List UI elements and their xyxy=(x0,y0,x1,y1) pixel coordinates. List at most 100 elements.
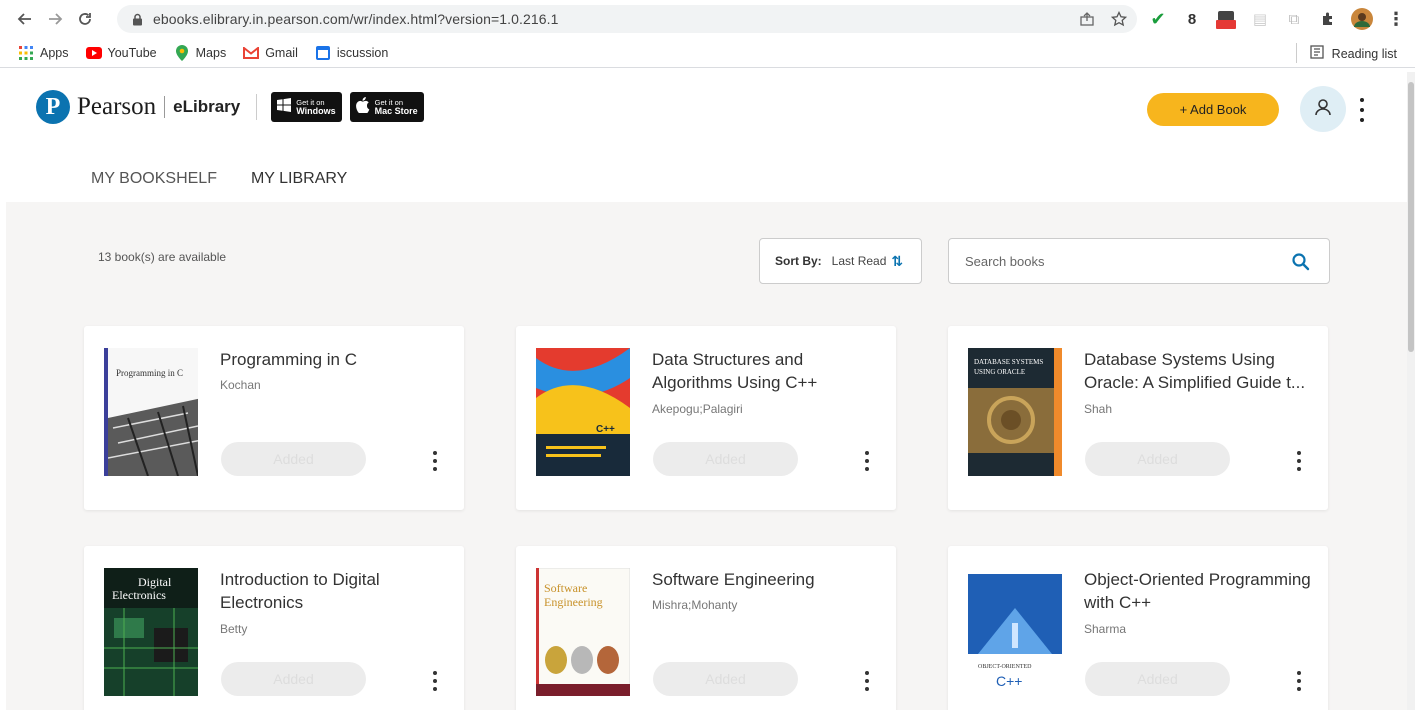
app-header: P Pearson eLibrary Get it on Windows Get … xyxy=(6,72,1407,205)
added-button[interactable]: Added xyxy=(1085,442,1230,476)
bookmark-label: Gmail xyxy=(265,45,298,60)
gmail-icon xyxy=(243,45,260,61)
user-avatar[interactable] xyxy=(1300,86,1346,132)
svg-text:Digital: Digital xyxy=(138,575,172,589)
book-title[interactable]: Programming in C xyxy=(220,348,450,371)
svg-text:Software: Software xyxy=(544,581,587,595)
reading-list-button[interactable]: Reading list xyxy=(1295,43,1397,63)
bookmark-apps[interactable]: Apps xyxy=(18,45,69,61)
brand-name: Pearson xyxy=(77,93,157,120)
book-title[interactable]: Introduction to Digital Electronics xyxy=(220,568,450,614)
book-author: Betty xyxy=(220,622,248,636)
book-card[interactable]: OBJECT-ORIENTED C++ Object-Oriented Prog… xyxy=(948,546,1328,710)
reading-list-icon xyxy=(1310,45,1324,62)
sort-label: Sort By: xyxy=(775,254,822,268)
book-card[interactable]: Programming in C Programming in C Kochan… xyxy=(84,326,464,510)
sort-arrows-icon: ⇅ xyxy=(891,252,904,269)
extensions-area: ✔ 8 ▤ ⧉ ⋮ xyxy=(1145,6,1409,32)
scrollbar-thumb[interactable] xyxy=(1408,82,1414,352)
page-scrollbar[interactable] xyxy=(1407,72,1415,710)
new-extension-icon[interactable] xyxy=(1213,6,1239,32)
book-title[interactable]: Database Systems Using Oracle: A Simplif… xyxy=(1084,348,1314,394)
tab-my-bookshelf[interactable]: MY BOOKSHELF xyxy=(74,158,234,205)
added-button[interactable]: Added xyxy=(221,662,366,696)
book-author: Kochan xyxy=(220,378,261,392)
bookmark-gmail[interactable]: Gmail xyxy=(243,45,298,61)
svg-text:C++: C++ xyxy=(596,424,615,435)
svg-text:C++: C++ xyxy=(996,673,1022,689)
book-menu-icon[interactable] xyxy=(863,451,871,471)
mac-store-button[interactable]: Get it on Mac Store xyxy=(349,92,424,122)
book-card[interactable]: Digital Electronics Introduction to Digi… xyxy=(84,546,464,710)
url-text[interactable]: ebooks.elibrary.in.pearson.com/wr/index.… xyxy=(153,11,559,27)
bookmark-star-icon[interactable] xyxy=(1109,9,1129,29)
more-options-icon[interactable] xyxy=(1355,98,1369,122)
sort-dropdown[interactable]: Sort By: Last Read ⇅ xyxy=(759,238,922,284)
book-title[interactable]: Software Engineering xyxy=(652,568,882,591)
book-cover-image[interactable]: C++ xyxy=(536,348,630,476)
search-icon[interactable] xyxy=(1291,252,1311,272)
book-card[interactable]: C++ Data Structures and Algorithms Using… xyxy=(516,326,896,510)
bookmark-label: YouTube xyxy=(107,45,157,60)
added-button[interactable]: Added xyxy=(1085,662,1230,696)
sort-value: Last Read xyxy=(831,254,887,268)
reload-icon[interactable] xyxy=(70,4,100,34)
windows-store-button[interactable]: Get it on Windows xyxy=(271,92,342,122)
book-title[interactable]: Object-Oriented Programming with C++ xyxy=(1084,568,1314,614)
search-input[interactable] xyxy=(965,253,1265,269)
lock-icon[interactable] xyxy=(129,11,145,27)
library-tabs: MY BOOKSHELF MY LIBRARY xyxy=(74,158,365,205)
book-cover-image[interactable]: Digital Electronics xyxy=(104,568,198,696)
youtube-icon xyxy=(85,45,102,61)
svg-text:Electronics: Electronics xyxy=(112,588,166,602)
windows-logo-icon xyxy=(277,97,292,117)
search-box xyxy=(948,238,1330,284)
apps-grid-icon xyxy=(18,45,34,61)
back-icon[interactable] xyxy=(10,4,40,34)
book-card[interactable]: DATABASE SYSTEMS USING ORACLE Database S… xyxy=(948,326,1328,510)
pearson-logo-icon[interactable]: P xyxy=(36,90,70,124)
reading-list-label: Reading list xyxy=(1331,46,1397,61)
clipboard-extension-icon[interactable]: ⧉ xyxy=(1281,6,1307,32)
book-menu-icon[interactable] xyxy=(863,671,871,691)
tab-my-library[interactable]: MY LIBRARY xyxy=(233,158,365,205)
bookmark-maps[interactable]: Maps xyxy=(174,44,227,61)
svg-text:Programming in C: Programming in C xyxy=(116,368,183,378)
extension-icon[interactable]: 8 xyxy=(1179,6,1205,32)
added-button[interactable]: Added xyxy=(221,442,366,476)
add-book-button[interactable]: + Add Book xyxy=(1147,93,1279,126)
sub-brand: eLibrary xyxy=(173,97,241,116)
forward-icon[interactable] xyxy=(40,4,70,34)
book-cover-image[interactable]: OBJECT-ORIENTED C++ xyxy=(968,568,1062,696)
book-cover-image[interactable]: Programming in C xyxy=(104,348,198,476)
profile-avatar-icon[interactable] xyxy=(1349,6,1375,32)
library-content: 13 book(s) are available Sort By: Last R… xyxy=(6,202,1407,710)
book-author: Shah xyxy=(1084,402,1113,416)
book-card[interactable]: Software Engineering Software Engineerin… xyxy=(516,546,896,710)
bookmark-youtube[interactable]: YouTube xyxy=(85,45,157,61)
added-button[interactable]: Added xyxy=(653,662,798,696)
book-title[interactable]: Data Structures and Algorithms Using C++ xyxy=(652,348,882,394)
document-extension-icon[interactable]: ▤ xyxy=(1247,6,1273,32)
apple-logo-icon xyxy=(355,96,370,118)
book-menu-icon[interactable] xyxy=(1295,451,1303,471)
bookmark-discussion[interactable]: iscussion xyxy=(315,45,388,61)
chrome-menu-icon[interactable]: ⋮ xyxy=(1383,6,1409,32)
added-button[interactable]: Added xyxy=(653,442,798,476)
address-bar[interactable]: ebooks.elibrary.in.pearson.com/wr/index.… xyxy=(117,5,1137,33)
puzzle-extensions-icon[interactable] xyxy=(1315,6,1341,32)
bookmarks-bar: Apps YouTube Maps Gmail iscussion Readin… xyxy=(0,38,1415,68)
book-menu-icon[interactable] xyxy=(1295,671,1303,691)
svg-text:DATABASE SYSTEMS: DATABASE SYSTEMS xyxy=(974,358,1043,366)
book-menu-icon[interactable] xyxy=(431,451,439,471)
book-author: Akepogu;Palagiri xyxy=(652,402,743,416)
calendar-icon xyxy=(315,45,331,61)
check-extension-icon[interactable]: ✔ xyxy=(1145,6,1171,32)
book-author: Mishra;Mohanty xyxy=(652,598,738,612)
book-menu-icon[interactable] xyxy=(431,671,439,691)
book-cover-image[interactable]: Software Engineering xyxy=(536,568,630,696)
book-cover-image[interactable]: DATABASE SYSTEMS USING ORACLE xyxy=(968,348,1062,476)
share-icon[interactable] xyxy=(1077,9,1097,29)
bookmark-label: iscussion xyxy=(336,45,389,60)
bookmark-label: Maps xyxy=(195,45,227,60)
